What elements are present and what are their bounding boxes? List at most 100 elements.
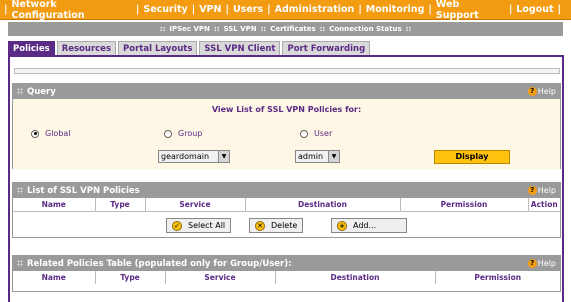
select-all-label: Select All (188, 221, 226, 230)
radio-global-label: Global (45, 129, 71, 138)
query-panel: Query ? Help View List of SSL VPN Polici… (12, 83, 561, 169)
help-label: Help (537, 259, 556, 268)
query-subtitle: View List of SSL VPN Policies for: (211, 105, 362, 114)
nav-separator: | (428, 4, 432, 15)
help-icon: ? (527, 186, 537, 195)
nav-vpn[interactable]: VPN (199, 4, 221, 15)
nav-network-configuration[interactable]: Network Configuration (11, 0, 131, 21)
user-select-value: admin (298, 152, 324, 161)
delete-icon: ✕ (255, 220, 265, 231)
column-destination: Destination (275, 271, 436, 284)
add-button[interactable]: + Add... (331, 218, 407, 233)
chevron-down-icon: ▼ (218, 151, 229, 162)
nav-separator: | (225, 4, 229, 15)
column-type: Type (95, 271, 166, 284)
help-label: Help (537, 186, 556, 195)
policies-list-panel: List of SSL VPN Policies ? Help Name Typ… (12, 182, 561, 238)
subnav-separator: :: (213, 25, 220, 33)
tab-ssl-vpn-client[interactable]: SSL VPN Client (199, 41, 281, 55)
subnav-ssl-vpn[interactable]: SSL VPN (224, 25, 257, 33)
radio-user[interactable]: User (300, 129, 332, 138)
nav-separator: | (557, 4, 561, 15)
nav-separator: | (191, 4, 196, 15)
list-title: List of SSL VPN Policies (27, 185, 140, 196)
check-icon: ✓ (172, 220, 182, 231)
nav-separator: | (135, 4, 140, 15)
nav-separator: | (4, 4, 8, 15)
top-navigation: | Network Configuration | Security | VPN… (0, 0, 571, 21)
tab-resources[interactable]: Resources (56, 41, 117, 55)
subnav-separator: :: (405, 25, 412, 33)
subnav-connection-status[interactable]: Connection Status (329, 25, 401, 33)
grip-icon (17, 88, 23, 95)
tab-portal-layouts[interactable]: Portal Layouts (118, 41, 198, 55)
user-select[interactable]: admin ▼ (295, 150, 340, 163)
column-action: Action (528, 198, 560, 211)
nav-separator: | (508, 4, 513, 15)
list-help-link[interactable]: ? Help (527, 186, 556, 195)
list-header: List of SSL VPN Policies ? Help (13, 183, 560, 198)
radio-global-dot[interactable] (31, 129, 39, 138)
query-body: View List of SSL VPN Policies for: Globa… (13, 99, 560, 169)
table-header-row: Name Type Service Destination Permission… (13, 198, 560, 211)
column-permission: Permission (400, 198, 529, 211)
subnav-separator: :: (260, 25, 267, 33)
tab-port-forwarding[interactable]: Port Forwarding (282, 41, 371, 55)
nav-users[interactable]: Users (233, 4, 263, 15)
help-icon: ? (527, 87, 537, 96)
column-service: Service (145, 198, 246, 211)
subnav-separator: :: (319, 25, 326, 33)
radio-user-dot[interactable] (300, 129, 308, 138)
grip-icon (17, 187, 23, 194)
tab-policies[interactable]: Policies (8, 41, 55, 55)
radio-group-dot[interactable] (164, 129, 172, 138)
related-help-link[interactable]: ? Help (527, 259, 556, 268)
related-table: Name Type Service Destination Permission (13, 271, 560, 284)
query-help-link[interactable]: ? Help (527, 87, 556, 96)
subnav-separator: :: (159, 25, 166, 33)
group-select[interactable]: geardomain ▼ (158, 150, 230, 163)
add-label: Add... (353, 221, 377, 230)
radio-user-label: User (314, 129, 333, 138)
nav-monitoring[interactable]: Monitoring (366, 4, 425, 15)
nav-logout[interactable]: Logout (516, 4, 553, 15)
subnav-certificates[interactable]: Certificates (270, 25, 315, 33)
delete-button[interactable]: ✕ Delete (249, 218, 304, 233)
display-button[interactable]: Display (434, 150, 510, 164)
column-service: Service (165, 271, 276, 284)
column-name: Name (13, 271, 96, 284)
nav-web-support[interactable]: Web Support (436, 0, 505, 21)
message-strip (14, 68, 560, 74)
grip-icon (17, 260, 23, 267)
select-all-button[interactable]: ✓ Select All (166, 218, 232, 233)
column-permission: Permission (435, 271, 560, 284)
sub-navigation: :: IPSec VPN :: SSL VPN :: Certificates … (8, 22, 563, 36)
table-header-row: Name Type Service Destination Permission (13, 271, 560, 284)
tab-bar: Policies Resources Portal Layouts SSL VP… (8, 41, 371, 55)
nav-separator: | (267, 4, 271, 15)
query-title-wrap: Query (17, 87, 56, 97)
help-icon: ? (527, 259, 537, 268)
nav-administration[interactable]: Administration (275, 4, 355, 15)
nav-separator: | (358, 4, 362, 15)
radio-global[interactable]: Global (31, 129, 71, 138)
group-select-value: geardomain (161, 152, 210, 161)
related-title: Related Policies Table (populated only f… (27, 258, 292, 269)
nav-security[interactable]: Security (143, 4, 187, 15)
column-destination: Destination (245, 198, 401, 211)
list-title-wrap: List of SSL VPN Policies (17, 186, 140, 196)
help-label: Help (537, 87, 556, 96)
query-header: Query ? Help (13, 84, 560, 99)
policies-table: Name Type Service Destination Permission… (13, 198, 560, 211)
related-title-wrap: Related Policies Table (populated only f… (17, 259, 292, 269)
related-policies-panel: Related Policies Table (populated only f… (12, 255, 561, 292)
chevron-down-icon: ▼ (328, 151, 339, 162)
add-icon: + (337, 220, 347, 231)
query-title: Query (27, 86, 56, 97)
radio-group[interactable]: Group (164, 129, 202, 138)
column-name: Name (13, 198, 96, 211)
delete-label: Delete (271, 221, 298, 230)
subnav-ipsec-vpn[interactable]: IPSec VPN (169, 25, 210, 33)
radio-group-label: Group (178, 129, 203, 138)
column-type: Type (95, 198, 146, 211)
